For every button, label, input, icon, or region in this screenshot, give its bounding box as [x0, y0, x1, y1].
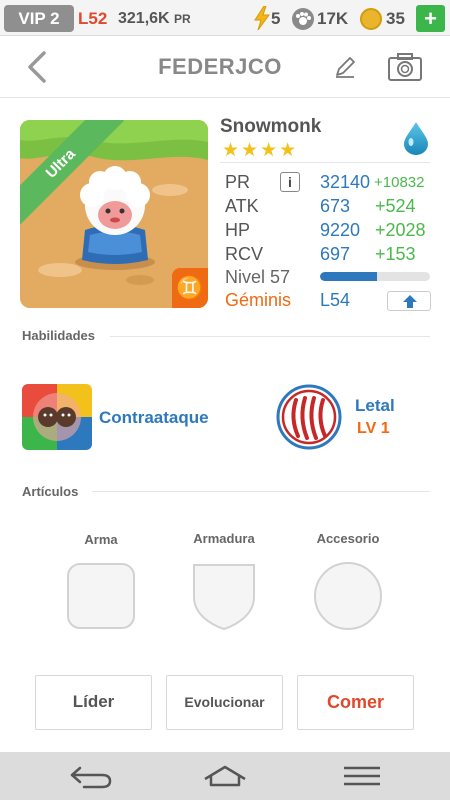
page-title: FEDERJCO	[158, 54, 282, 79]
atk-label: ATK	[225, 196, 259, 216]
pr-bonus: +10832	[374, 174, 425, 191]
weapon-label: Arma	[84, 532, 118, 547]
add-coins-button[interactable]: +	[416, 5, 445, 32]
app-screen: VIP 2 L52 321,6K PR 5 17K 35 + FEDERJCO	[0, 0, 450, 800]
xp-progress-bar	[320, 272, 430, 281]
coin-count: 35	[386, 9, 405, 28]
sign-level: L54	[320, 290, 351, 310]
nav-back-icon[interactable]	[68, 764, 114, 790]
info-icon[interactable]: i	[280, 172, 300, 192]
xp-progress-fill	[320, 272, 378, 281]
items-heading: Artículos	[22, 484, 79, 499]
arrow-up-icon	[403, 295, 417, 308]
zodiac-sign-label: Géminis	[225, 290, 292, 310]
rcv-label: RCV	[225, 244, 264, 264]
leader-button[interactable]: Líder	[35, 675, 152, 730]
back-arrow-icon[interactable]	[22, 50, 52, 84]
pr-label: PR	[225, 172, 251, 192]
atk-value: 673	[320, 196, 351, 216]
lightning-icon	[254, 6, 270, 30]
gemini-icon: ♊	[176, 275, 204, 300]
stats-divider	[220, 162, 430, 163]
eat-button[interactable]: Comer	[297, 675, 414, 730]
nav-home-icon[interactable]	[201, 764, 249, 788]
status-bar: VIP 2 L52 321,6K PR 5 17K 35 +	[0, 0, 450, 36]
accessory-label: Accesorio	[316, 531, 380, 546]
system-nav-bar	[0, 752, 450, 800]
pr-unit: PR	[174, 12, 191, 26]
camera-icon[interactable]	[387, 51, 423, 83]
level-label: Nivel 57	[225, 267, 291, 287]
star-rating: ★★★★	[222, 140, 299, 161]
pr-value: 32140	[320, 172, 371, 192]
accessory-slot[interactable]	[313, 561, 383, 631]
rcv-bonus: +153	[375, 244, 416, 264]
passive-name[interactable]: Letal	[355, 396, 395, 416]
evolve-button[interactable]: Evolucionar	[166, 675, 283, 730]
hp-label: HP	[225, 220, 251, 240]
claw-marks-icon[interactable]	[276, 384, 342, 450]
monster-name: Snowmonk	[220, 116, 322, 137]
armor-slot[interactable]	[190, 561, 258, 631]
items-divider	[92, 491, 430, 492]
upgrade-button[interactable]	[387, 291, 431, 311]
hp-value: 9220	[320, 220, 361, 240]
paw-count: 17K	[317, 9, 349, 28]
weapon-slot[interactable]	[66, 562, 136, 630]
coin-icon	[360, 8, 382, 30]
armor-label: Armadura	[193, 531, 255, 546]
vip-badge[interactable]: VIP 2	[4, 5, 74, 32]
nav-menu-icon[interactable]	[342, 765, 382, 787]
pr-amount-value: 321,6K	[118, 10, 170, 27]
energy-count: 5	[271, 9, 281, 28]
atk-bonus: +524	[375, 196, 416, 216]
abilities-divider	[110, 336, 430, 337]
hp-bonus: +2028	[375, 220, 426, 240]
water-drop-icon	[404, 122, 428, 155]
abilities-heading: Habilidades	[22, 328, 95, 343]
counterattack-icon[interactable]	[22, 384, 92, 450]
player-level: L52	[78, 9, 108, 28]
header-bar: FEDERJCO	[0, 36, 450, 98]
rcv-value: 697	[320, 244, 351, 264]
pencil-icon[interactable]	[332, 54, 358, 80]
passive-level: LV 1	[357, 420, 390, 437]
paw-icon	[292, 8, 314, 30]
zodiac-badge: ♊	[172, 268, 208, 308]
skill-name[interactable]: Contraataque	[99, 408, 209, 428]
pr-amount: 321,6K PR	[118, 6, 191, 32]
